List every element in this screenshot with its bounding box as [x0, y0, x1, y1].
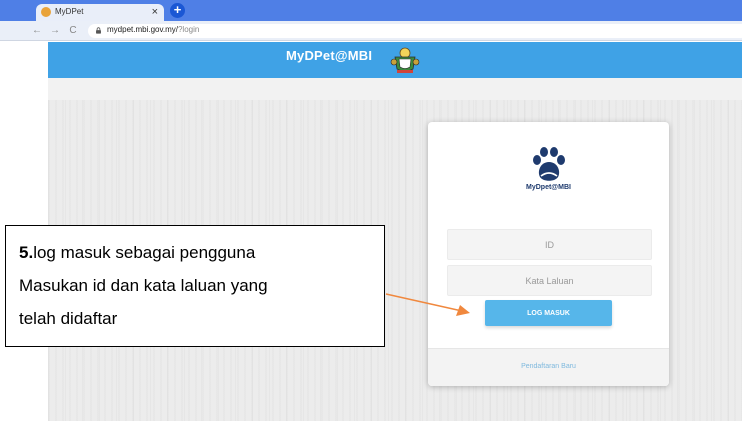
- id-input[interactable]: [447, 229, 652, 260]
- screenshot-stage: MyDPet × + ← → C mydpet.mbi.gov.my/?logi…: [0, 0, 742, 421]
- card-footer: Pendaftaran Baru: [428, 348, 669, 386]
- site-brand: MyDPet@MBI: [286, 48, 373, 63]
- mbi-crest-icon: [390, 47, 420, 73]
- card-brand: MyDpet@MBI: [526, 184, 571, 191]
- browser-tab-bar: MyDPet × +: [0, 0, 742, 21]
- callout-text-1: log masuk sebagai pengguna: [33, 243, 256, 262]
- register-link[interactable]: Pendaftaran Baru: [428, 363, 669, 370]
- browser-tab[interactable]: MyDPet ×: [36, 4, 164, 21]
- lock-icon: [96, 27, 101, 34]
- login-button[interactable]: LOG MASUK: [485, 300, 612, 326]
- site-header: MyDPet@MBI: [48, 42, 742, 78]
- step-number: 5.: [19, 243, 34, 262]
- paw-logo-icon: [533, 147, 565, 181]
- tab-close-icon[interactable]: ×: [152, 5, 158, 19]
- callout-line-1: 5.log masuk sebagai pengguna: [19, 236, 384, 269]
- forward-button[interactable]: →: [48, 24, 62, 38]
- url-host: mydpet.mbi.gov.my/: [107, 25, 178, 34]
- url-path: ?login: [177, 25, 200, 34]
- address-bar[interactable]: mydpet.mbi.gov.my/?login: [88, 24, 742, 38]
- instruction-callout: 5.log masuk sebagai pengguna Masukan id …: [5, 225, 385, 347]
- callout-line-2: Masukan id dan kata laluan yang: [19, 276, 268, 295]
- browser-toolbar: ← → C mydpet.mbi.gov.my/?login: [0, 21, 742, 41]
- back-button[interactable]: ←: [30, 24, 44, 38]
- url-text: mydpet.mbi.gov.my/?login: [107, 25, 199, 34]
- callout-line-3: telah didaftar: [19, 309, 118, 328]
- header-subbar: [48, 78, 742, 100]
- reload-button[interactable]: C: [66, 24, 80, 38]
- new-tab-button[interactable]: +: [170, 3, 185, 18]
- arrow-right-icon: [385, 293, 470, 316]
- login-card: MyDpet@MBI LOG MASUK Pendaftaran Baru: [428, 122, 669, 386]
- tab-title: MyDPet: [55, 7, 84, 16]
- crest-favicon-icon: [41, 7, 51, 17]
- password-input[interactable]: [447, 265, 652, 296]
